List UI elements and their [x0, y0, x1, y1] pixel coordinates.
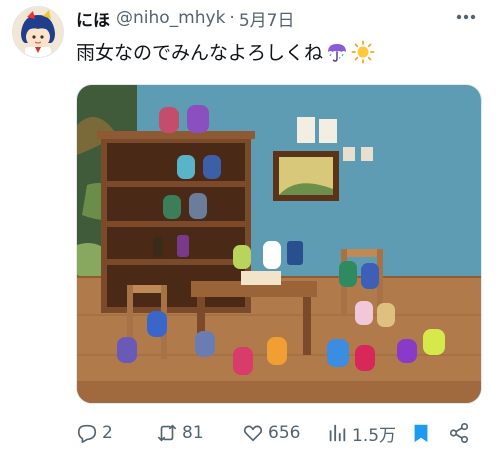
bookmark-button[interactable] [410, 422, 440, 444]
heart-icon [243, 425, 263, 442]
bookmark-icon [414, 424, 428, 443]
umbrella-with-rain-icon [328, 43, 347, 62]
display-name[interactable]: にほ [76, 6, 110, 31]
reply-button[interactable]: 2 [76, 422, 128, 444]
like-count: 656 [268, 423, 301, 443]
share-icon [449, 423, 469, 443]
tweet-text: 雨女なのでみんなよろしくね [76, 38, 375, 65]
share-button[interactable] [448, 422, 478, 444]
tweet-text-body: 雨女なのでみんなよろしくね [76, 42, 324, 64]
tweet-date[interactable]: 5月7日 [239, 6, 295, 31]
tweet-actions: 2 81 656 1.5万 [76, 418, 486, 448]
retweet-button[interactable]: 81 [156, 422, 220, 444]
separator-dot: · [229, 8, 235, 28]
more-options-icon[interactable] [452, 8, 480, 26]
retweet-icon [157, 424, 177, 442]
tweet-photo[interactable] [76, 84, 482, 404]
views-button[interactable]: 1.5万 [326, 421, 408, 446]
views-chart-icon [329, 424, 346, 442]
reply-icon [77, 424, 97, 443]
like-button[interactable]: 656 [242, 422, 316, 444]
avatar[interactable] [12, 6, 64, 58]
sun-icon [351, 40, 375, 63]
tweet-header: にほ @niho_mhyk · 5月7日 [76, 6, 295, 31]
user-handle[interactable]: @niho_mhyk [116, 8, 225, 28]
retweet-count: 81 [182, 423, 204, 443]
reply-count: 2 [102, 423, 113, 443]
view-count: 1.5万 [352, 425, 397, 446]
